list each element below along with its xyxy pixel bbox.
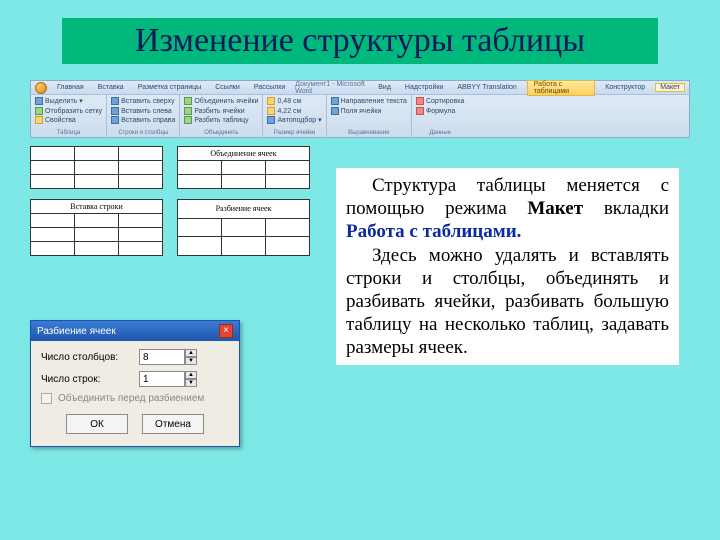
merge-before-checkbox[interactable]	[41, 393, 52, 404]
merge-header: Объединение ячеек	[178, 147, 310, 161]
ribbon-groups: Выделить ▾ Отобразить сетку Свойства Таб…	[31, 95, 689, 138]
btn-margins[interactable]: Поля ячейки	[331, 107, 407, 116]
sample-split-cells: Разбиение ячеек	[177, 199, 310, 256]
btn-select[interactable]: Выделить ▾	[35, 97, 102, 106]
sample-merged: Объединение ячеек	[177, 146, 310, 189]
btn-ins-left[interactable]: Вставить слева	[111, 107, 175, 116]
rows-label: Число строк:	[41, 374, 131, 385]
btn-formula[interactable]: Формула	[416, 107, 464, 116]
p1-c: вкладки	[583, 198, 669, 219]
ok-button[interactable]: ОК	[66, 414, 128, 434]
btn-grid[interactable]: Отобразить сетку	[35, 107, 102, 116]
word-ribbon: Главная Вставка Разметка страницы Ссылки…	[30, 80, 690, 138]
tab-design[interactable]: Конструктор	[601, 84, 649, 91]
checkbox-label: Объединить перед разбиением	[58, 393, 204, 404]
cancel-button[interactable]: Отмена	[142, 414, 204, 434]
btn-autofit[interactable]: Автоподбор ▾	[267, 116, 321, 125]
fld-height[interactable]: 0,48 см	[267, 97, 321, 106]
fld-width[interactable]: 4,22 см	[267, 107, 321, 116]
tab-addins[interactable]: Надстройки	[401, 84, 447, 91]
group-table: Выделить ▾ Отобразить сетку Свойства Таб…	[31, 95, 107, 138]
tab-view[interactable]: Вид	[374, 84, 395, 91]
group-name-table: Таблица	[35, 130, 102, 136]
p1-worktables: Работа с таблицами.	[346, 221, 521, 242]
tab-maket[interactable]: Макет	[655, 83, 685, 92]
sample-insert-row: Вставка строки	[30, 199, 163, 256]
tab-refs[interactable]: Ссылки	[211, 84, 244, 91]
group-rows-cols: Вставить сверху Вставить слева Вставить …	[107, 95, 180, 138]
split-cells-dialog: Разбиение ячеек × Число столбцов: ▲▼ Чис…	[30, 320, 240, 447]
tab-mail[interactable]: Рассылки	[250, 84, 289, 91]
rows-input[interactable]	[139, 371, 185, 387]
group-name-rowscols: Строки и столбцы	[111, 130, 175, 136]
dialog-titlebar: Разбиение ячеек ×	[31, 321, 239, 341]
cols-label: Число столбцов:	[41, 352, 131, 363]
group-merge: Объединить ячейки Разбить ячейки Разбить…	[180, 95, 263, 138]
dialog-title-text: Разбиение ячеек	[37, 326, 116, 337]
btn-ins-top[interactable]: Вставить сверху	[111, 97, 175, 106]
close-icon[interactable]: ×	[219, 324, 233, 338]
group-name-align: Выравнивание	[331, 130, 407, 136]
group-cell-size: 0,48 см 4,22 см Автоподбор ▾ Размер ячей…	[263, 95, 326, 138]
group-data: Сортировка Формула Данные	[412, 95, 468, 138]
sample-plain	[30, 146, 163, 189]
p2: Здесь можно удалять и вставлять строки и…	[346, 244, 669, 360]
cols-input[interactable]	[139, 349, 185, 365]
btn-merge[interactable]: Объединить ячейки	[184, 97, 258, 106]
btn-props[interactable]: Свойства	[35, 116, 102, 125]
btn-split[interactable]: Разбить ячейки	[184, 107, 258, 116]
spin-up-icon[interactable]: ▲	[185, 349, 197, 357]
btn-split-table[interactable]: Разбить таблицу	[184, 116, 258, 125]
group-name-size: Размер ячейки	[267, 130, 321, 136]
tab-insert[interactable]: Вставка	[94, 84, 128, 91]
btn-sort[interactable]: Сортировка	[416, 97, 464, 106]
explanation-text: Структура таблицы меняется с помощью реж…	[336, 168, 679, 365]
ribbon-tabs: Главная Вставка Разметка страницы Ссылки…	[31, 81, 689, 95]
rows-spinner[interactable]: ▲▼	[139, 371, 197, 387]
insert-header: Вставка строки	[31, 200, 163, 214]
group-name-data: Данные	[416, 130, 464, 136]
context-group-label: Работа с таблицами	[527, 80, 596, 96]
btn-textdir[interactable]: Направление текста	[331, 97, 407, 106]
tab-layout[interactable]: Разметка страницы	[134, 84, 206, 91]
table-samples: Объединение ячеек Вставка строки Разбиен…	[30, 146, 330, 266]
tab-home[interactable]: Главная	[53, 84, 88, 91]
spin-up-icon[interactable]: ▲	[185, 371, 197, 379]
spin-down-icon[interactable]: ▼	[185, 357, 197, 365]
group-align: Направление текста Поля ячейки Выравнива…	[327, 95, 412, 138]
doc-title: Документ1 - Microsoft Word	[295, 81, 368, 95]
office-button[interactable]	[35, 82, 47, 94]
split-header: Разбиение ячеек	[178, 200, 310, 219]
group-name-merge: Объединить	[184, 130, 258, 136]
p1-maket: Макет	[527, 198, 583, 219]
spin-down-icon[interactable]: ▼	[185, 379, 197, 387]
btn-ins-right[interactable]: Вставить справа	[111, 116, 175, 125]
slide-title: Изменение структуры таблицы	[62, 18, 658, 64]
cols-spinner[interactable]: ▲▼	[139, 349, 197, 365]
tab-abbyy[interactable]: ABBYY Translation	[453, 84, 520, 91]
